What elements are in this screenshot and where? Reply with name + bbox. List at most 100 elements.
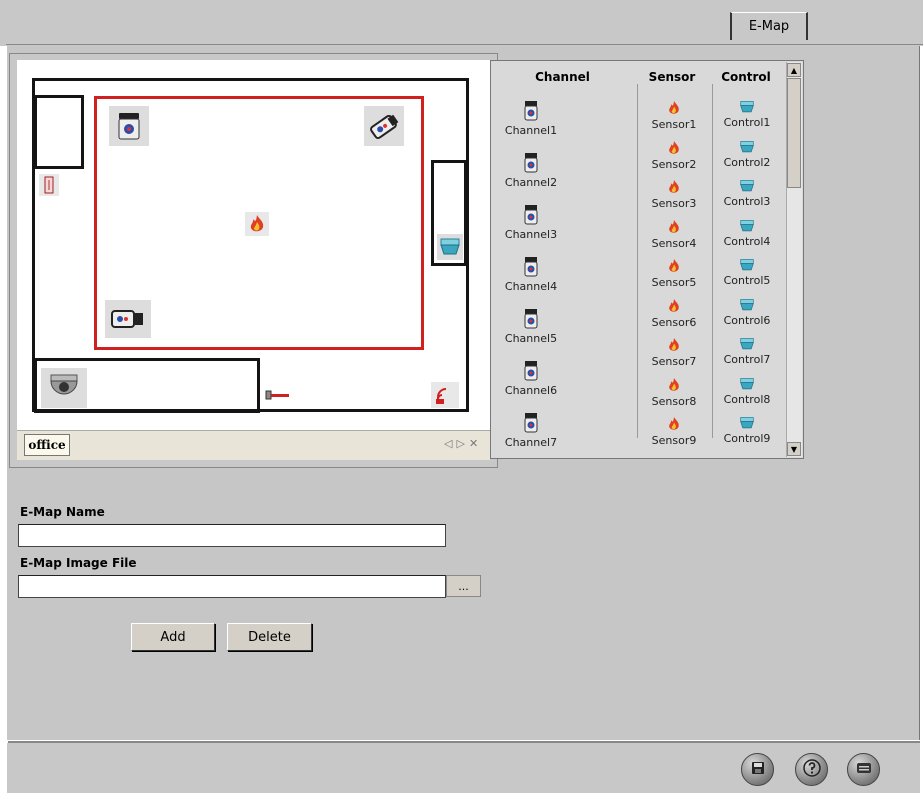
sensor-fire-icon [646, 298, 702, 317]
control-item-label: Control9 [723, 432, 771, 445]
channel-item[interactable]: Channel1 [500, 100, 562, 137]
control-item[interactable]: Control6 [718, 298, 776, 327]
channel-camera-icon [500, 100, 562, 125]
scroll-up-button[interactable]: ▲ [787, 63, 801, 77]
control-item[interactable]: Control4 [718, 219, 776, 248]
control-column-header: Control [721, 70, 771, 84]
channel-item[interactable]: Channel6 [500, 360, 562, 397]
control-item-label: Control1 [723, 116, 771, 129]
sensor-item-label: Sensor6 [651, 315, 697, 329]
sensor-item[interactable]: Sensor1 [646, 100, 702, 131]
channel-item-label: Channel3 [504, 228, 558, 241]
door-sensor-icon[interactable] [39, 174, 59, 196]
channel-item[interactable]: Channel5 [500, 308, 562, 345]
sensor-item-label: Sensor9 [651, 434, 697, 447]
sensor-item[interactable]: Sensor4 [646, 219, 702, 250]
sensor-item[interactable]: Sensor7 [646, 337, 702, 368]
tab-next-icon[interactable]: ▷ [456, 437, 464, 453]
sensor-fire-icon [646, 140, 702, 159]
side-camera-icon[interactable] [105, 300, 151, 338]
sensor-item[interactable]: Sensor9 [646, 416, 702, 447]
control-output-icon [718, 337, 776, 354]
map-canvas[interactable] [17, 60, 490, 430]
exit-button[interactable] [847, 753, 880, 786]
channel-camera-icon [500, 412, 562, 437]
sensor-item[interactable]: Sensor2 [646, 140, 702, 171]
emap-name-input[interactable] [18, 524, 446, 547]
channel-item-label: Channel4 [504, 280, 558, 293]
map-sheet-tab-office[interactable]: office [24, 434, 70, 456]
add-button[interactable]: Add [131, 623, 215, 651]
sensor-item-label: Sensor2 [651, 157, 697, 171]
channel-item[interactable]: Channel7 [500, 412, 562, 449]
control-item-label: Control5 [723, 274, 771, 287]
tab-prev-icon[interactable]: ◁ [444, 437, 452, 453]
sensor-item-label: Sensor1 [651, 118, 697, 131]
motion-sensor-icon[interactable] [431, 382, 459, 408]
control-item-label: Control4 [723, 234, 771, 248]
channel-camera-icon [500, 360, 562, 385]
column-separator [637, 84, 638, 438]
dome-camera-icon[interactable] [41, 368, 87, 408]
channel-item-label: Channel2 [504, 176, 558, 189]
sensor-item-label: Sensor5 [651, 276, 697, 289]
tab-close-icon[interactable]: ✕ [469, 437, 478, 453]
channel-camera-icon [500, 256, 562, 281]
control-item[interactable]: Control8 [718, 377, 776, 406]
browse-button[interactable]: ... [446, 575, 481, 597]
top-divider [6, 44, 923, 45]
control-item-label: Control3 [723, 195, 771, 208]
help-button[interactable] [795, 753, 828, 786]
bottom-bar [6, 743, 920, 793]
channel-column-header: Channel [535, 70, 590, 84]
tab-emap[interactable]: E-Map [730, 12, 808, 40]
scroll-down-button[interactable]: ▼ [787, 442, 801, 456]
sensor-item-label: Sensor8 [651, 394, 697, 408]
sensor-fire-icon [646, 219, 702, 238]
emap-image-file-input[interactable] [18, 575, 446, 598]
channel-camera-icon [500, 308, 562, 333]
bullet-camera-icon[interactable] [364, 106, 404, 146]
sensor-item[interactable]: Sensor8 [646, 377, 702, 408]
control-output-icon[interactable] [437, 234, 463, 260]
sensor-item-label: Sensor7 [651, 355, 697, 368]
control-item[interactable]: Control1 [718, 100, 776, 129]
control-item[interactable]: Control7 [718, 337, 776, 366]
channel-item-label: Channel6 [504, 384, 558, 397]
control-item-label: Control8 [723, 392, 771, 406]
delete-button[interactable]: Delete [227, 623, 312, 651]
channel-item-label: Channel5 [504, 332, 558, 345]
control-output-icon [718, 377, 776, 394]
channel-camera-icon [500, 204, 562, 229]
control-item[interactable]: Control2 [718, 140, 776, 169]
sensor-fire-icon [646, 179, 702, 198]
control-item[interactable]: Control5 [718, 258, 776, 287]
column-separator [712, 84, 713, 438]
sensor-item[interactable]: Sensor5 [646, 258, 702, 289]
sensor-item[interactable]: Sensor6 [646, 298, 702, 329]
sensor-item-label: Sensor3 [651, 197, 697, 210]
sensor-fire-icon [646, 337, 702, 356]
fire-sensor-icon[interactable] [245, 212, 269, 236]
emap-name-label: E-Map Name [20, 505, 105, 519]
sensor-fire-icon [646, 100, 702, 119]
control-output-icon [718, 179, 776, 196]
beam-sensor-icon[interactable] [263, 386, 293, 404]
channel-item[interactable]: Channel2 [500, 152, 562, 189]
control-item[interactable]: Control9 [718, 416, 776, 445]
save-button[interactable] [741, 753, 774, 786]
channel-item[interactable]: Channel3 [500, 204, 562, 241]
channel-camera-icon [500, 152, 562, 177]
sensor-fire-icon [646, 416, 702, 435]
scroll-thumb[interactable] [787, 78, 801, 188]
sensor-item[interactable]: Sensor3 [646, 179, 702, 210]
sensor-fire-icon [646, 258, 702, 277]
box-camera-icon[interactable] [109, 106, 149, 146]
sensor-item-label: Sensor4 [651, 236, 697, 250]
sensor-fire-icon [646, 377, 702, 396]
sensor-column-header: Sensor [648, 70, 696, 84]
room-top-left [34, 95, 84, 169]
control-output-icon [718, 100, 776, 117]
control-item[interactable]: Control3 [718, 179, 776, 208]
channel-item[interactable]: Channel4 [500, 256, 562, 293]
